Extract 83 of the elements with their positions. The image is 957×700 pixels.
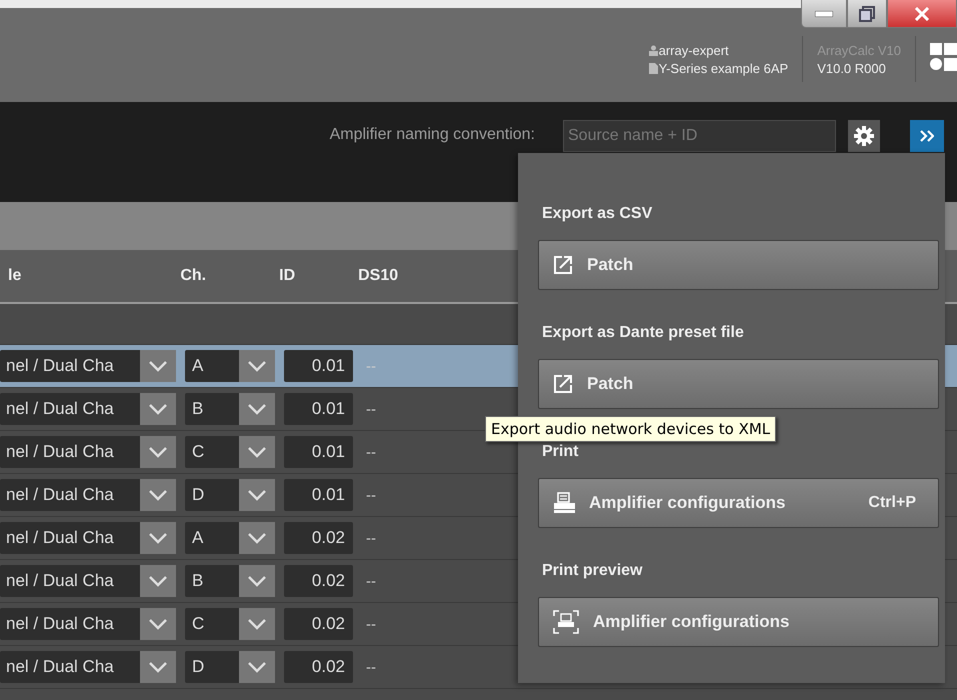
printer-icon [553,492,575,514]
chevron-down-icon [247,489,267,501]
naming-convention-field[interactable]: Source name + ID [563,120,836,152]
chevron-down-icon [247,661,267,673]
channel-dropdown[interactable]: B [185,393,275,425]
table-cell: -- [366,444,376,460]
user-name: array-expert [658,42,729,58]
table-cell: -- [366,358,376,374]
print-button[interactable]: Amplifier configurations [538,597,939,647]
mode-dropdown[interactable]: nel / Dual Cha [0,522,176,554]
id-field[interactable]: 0.01 [284,350,353,382]
double-chevron-icon [920,130,934,142]
channel-dropdown[interactable]: A [185,350,275,382]
column-header: DS10 [358,267,398,285]
table-cell: -- [366,530,376,546]
restore-button[interactable] [847,0,887,28]
settings-icon [854,126,874,146]
print-preview-icon [553,610,579,634]
id-field[interactable]: 0.02 [284,565,353,597]
minimize-icon [815,10,833,16]
chevron-down-icon [148,489,168,501]
mode-dropdown[interactable]: nel / Dual Cha [0,479,176,511]
print-button[interactable]: Amplifier configurations Ctrl+P [538,478,939,528]
chevron-down-icon [148,446,168,458]
channel-dropdown[interactable]: A [185,522,275,554]
export-button[interactable]: Patch [538,359,939,409]
mode-dropdown[interactable]: nel / Dual Cha [0,436,176,468]
project-name: Y-Series example 6AP [658,60,788,76]
expand-button[interactable] [910,120,944,152]
mode-dropdown[interactable]: nel / Dual Cha [0,393,176,425]
chevron-down-icon [148,618,168,630]
mode-dropdown[interactable]: nel / Dual Cha [0,608,176,640]
settings-button[interactable] [848,120,880,152]
grid-icon[interactable] [930,42,957,70]
mode-dropdown[interactable]: nel / Dual Cha [0,651,176,683]
table-cell: -- [366,486,376,504]
close-icon [914,6,930,20]
chevron-down-icon [247,575,267,587]
section-heading: Print preview [542,561,642,581]
chevron-down-icon [247,618,267,630]
export-icon [553,374,573,394]
table-cell: -- [366,658,376,676]
table-cell: -- [366,572,376,590]
id-field[interactable]: 0.01 [284,436,353,468]
column-header: le [8,267,22,285]
mode-dropdown[interactable]: nel / Dual Cha [0,565,176,597]
restore-icon [859,6,875,22]
export-button[interactable]: Patch [538,240,939,290]
mode-dropdown[interactable]: nel / Dual Cha [0,350,176,382]
close-button[interactable] [887,0,957,28]
export-icon [553,255,573,275]
naming-convention-label: Amplifier naming convention: [330,126,535,144]
chevron-down-icon [247,403,267,415]
chevron-down-icon [148,661,168,673]
channel-dropdown[interactable]: C [185,436,275,468]
table-cell: -- [366,400,376,418]
column-header: Ch. [180,267,206,285]
chevron-down-icon [247,532,267,544]
chevron-down-icon [247,360,267,372]
section-heading: Export as CSV [542,204,652,224]
id-field[interactable]: 0.02 [284,522,353,554]
chevron-down-icon [247,446,267,458]
minimize-button[interactable] [801,0,847,28]
channel-dropdown[interactable]: D [185,651,275,683]
section-heading: Export as Dante preset file [542,323,744,343]
chevron-down-icon [148,360,168,372]
file-icon [648,62,658,74]
user-icon [648,44,658,56]
chevron-down-icon [148,532,168,544]
chevron-down-icon [148,403,168,415]
version-label: V10.0 R000 [817,60,887,76]
chevron-down-icon [148,575,168,587]
column-header: ID [279,267,296,285]
channel-dropdown[interactable]: D [185,479,275,511]
channel-dropdown[interactable]: C [185,608,275,640]
channel-dropdown[interactable]: B [185,565,275,597]
id-field[interactable]: 0.01 [284,479,353,511]
tooltip: Export audio network devices to XML [485,416,776,442]
id-field[interactable]: 0.02 [284,651,353,683]
table-cell: -- [366,616,376,632]
section-heading: Print [542,442,578,462]
id-field[interactable]: 0.01 [284,393,353,425]
id-field[interactable]: 0.02 [284,608,353,640]
